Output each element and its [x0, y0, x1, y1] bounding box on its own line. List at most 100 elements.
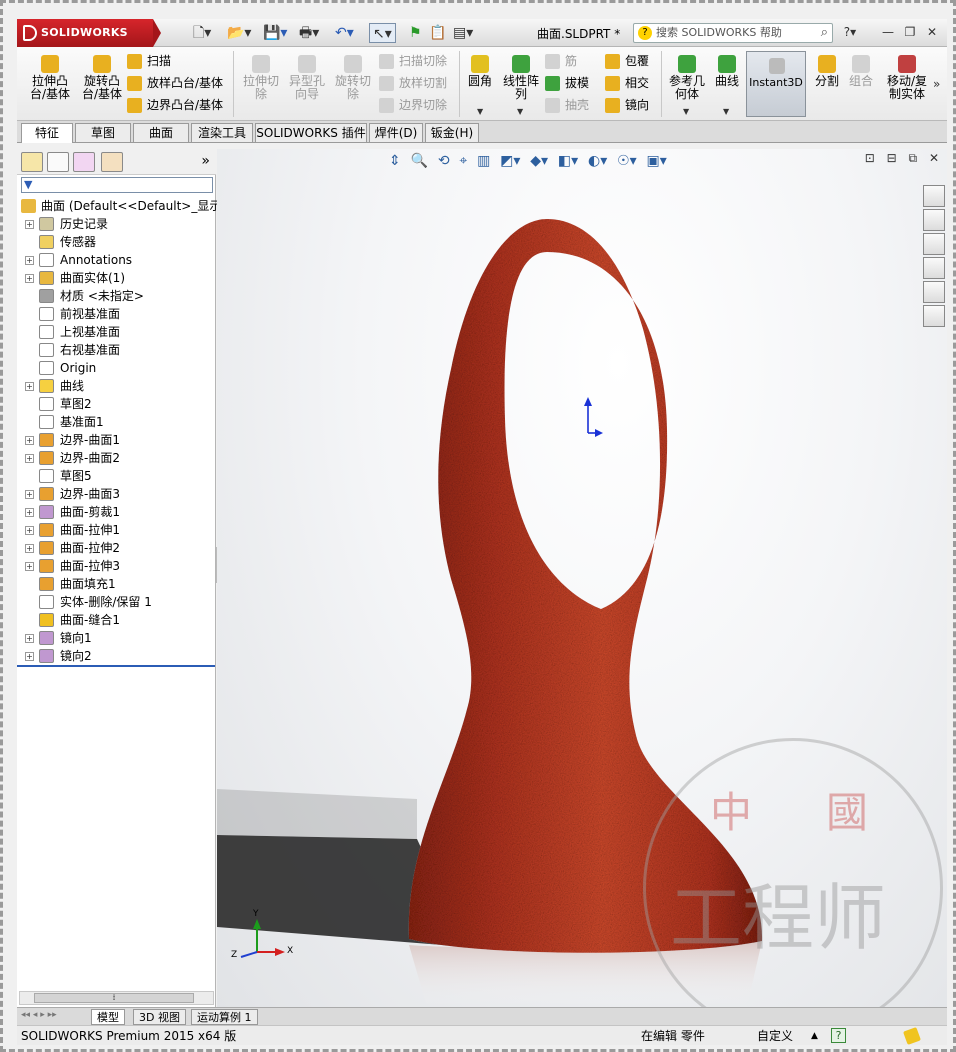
expand-icon[interactable]: + — [25, 220, 34, 229]
expand-icon[interactable]: + — [25, 436, 34, 445]
select-cursor-icon[interactable]: ↖▾ — [369, 23, 396, 43]
options-icon[interactable]: ▤▾ — [453, 23, 473, 43]
expand-icon[interactable]: + — [25, 256, 34, 265]
tree-item[interactable]: + 曲线 — [17, 377, 216, 395]
revolve-cut-button[interactable]: 旋转切 除 — [331, 55, 375, 101]
expand-icon[interactable]: + — [25, 634, 34, 643]
property-manager-tab-icon[interactable] — [47, 152, 69, 172]
tab-sketch[interactable]: 草图 — [75, 123, 131, 142]
tree-item[interactable]: 曲面-缝合1 — [17, 611, 216, 629]
feature-tree-scrollbar[interactable]: ⁞ — [19, 991, 214, 1005]
tree-item[interactable]: + 曲面-拉伸3 — [17, 557, 216, 575]
tab-scroll-arrows-icon[interactable]: ◂◂ ◂ ▸ ▸▸ — [21, 1010, 57, 1020]
tree-item[interactable]: + 曲面实体(1) — [17, 269, 216, 287]
pattern-dropdown-icon[interactable]: ▼ — [517, 107, 523, 116]
tree-item[interactable]: + 曲面-拉伸2 — [17, 539, 216, 557]
tree-item[interactable]: 基准面1 — [17, 413, 216, 431]
tree-item[interactable]: 传感器 — [17, 233, 216, 251]
expand-icon[interactable]: + — [25, 508, 34, 517]
expand-icon[interactable]: + — [25, 544, 34, 553]
tab-render-tools[interactable]: 渲染工具 — [191, 123, 253, 142]
ribbon-more-icon[interactable]: » — [933, 77, 940, 91]
mirror-button[interactable]: 镜向 — [605, 97, 649, 115]
linear-pattern-button[interactable]: 线性阵 列 — [499, 55, 543, 101]
rebuild-icon[interactable]: ⚑ — [409, 23, 422, 43]
fillet-dropdown-icon[interactable]: ▼ — [477, 107, 483, 116]
configuration-manager-tab-icon[interactable] — [73, 152, 95, 172]
tree-item[interactable]: + 边界-曲面3 — [17, 485, 216, 503]
save-icon[interactable]: 💾▾ — [263, 23, 287, 43]
extrude-cut-button[interactable]: 拉伸切 除 — [239, 55, 283, 101]
tree-item[interactable]: + 镜向1 — [17, 629, 216, 647]
tree-item[interactable]: Origin — [17, 359, 216, 377]
help-search-input[interactable]: ? 搜索 SOLIDWORKS 帮助 ⌕ — [633, 23, 833, 43]
minimize-button[interactable]: — — [879, 23, 897, 41]
units-menu-icon[interactable]: ▲ — [811, 1026, 818, 1046]
tree-item[interactable]: 材质 <未指定> — [17, 287, 216, 305]
rollback-bar[interactable] — [17, 665, 215, 667]
draft-button[interactable]: 拔模 — [545, 75, 589, 93]
expand-icon[interactable]: + — [25, 526, 34, 535]
tree-root-part[interactable]: 曲面 (Default<<Default>_显示 — [17, 197, 221, 215]
move-copy-button[interactable]: 移动/复 制实体 — [881, 55, 933, 101]
rebuild-tag-icon[interactable] — [903, 1027, 921, 1045]
loft-boss-button[interactable]: 放样凸台/基体 — [127, 75, 223, 93]
tree-item[interactable]: + 边界-曲面1 — [17, 431, 216, 449]
new-document-icon[interactable]: 🗋▾ — [193, 23, 211, 43]
tree-item[interactable]: 实体-删除/保留 1 — [17, 593, 216, 611]
boundary-cut-button[interactable]: 边界切除 — [379, 97, 447, 115]
loft-cut-button[interactable]: 放样切割 — [379, 75, 447, 93]
combine-button[interactable]: 组合 — [845, 55, 877, 88]
display-manager-tab-icon[interactable] — [101, 152, 123, 172]
expand-icon[interactable]: + — [25, 454, 34, 463]
fillet-button[interactable]: 圆角 — [463, 55, 497, 88]
scrollbar-thumb[interactable]: ⁞ — [34, 993, 194, 1003]
tab-addins[interactable]: SOLIDWORKS 插件 — [255, 123, 367, 142]
tree-item[interactable]: + 边界-曲面2 — [17, 449, 216, 467]
feature-tree-filter[interactable]: ▼ — [21, 177, 213, 193]
instant3d-button[interactable]: Instant3D — [746, 51, 806, 117]
extrude-boss-button[interactable]: 拉伸凸 台/基体 — [25, 55, 75, 101]
tree-item[interactable]: 曲面填充1 — [17, 575, 216, 593]
tab-motion-study[interactable]: 运动算例 1 — [191, 1009, 258, 1025]
tree-item[interactable]: + 历史记录 — [17, 215, 216, 233]
open-folder-icon[interactable]: 📂▾ — [227, 23, 251, 43]
tree-item[interactable]: 草图5 — [17, 467, 216, 485]
expand-panel-icon[interactable]: » — [201, 153, 210, 169]
tab-3d-views[interactable]: 3D 视图 — [133, 1009, 186, 1025]
sweep-cut-button[interactable]: 扫描切除 — [379, 53, 447, 71]
solidworks-logo[interactable]: SOLIDWORKS — [17, 19, 161, 47]
split-button[interactable]: 分割 — [811, 55, 843, 88]
status-units[interactable]: 自定义 — [757, 1026, 793, 1046]
reference-dropdown-icon[interactable]: ▼ — [683, 107, 689, 116]
intersect-button[interactable]: 相交 — [605, 75, 649, 93]
expand-icon[interactable]: + — [25, 382, 34, 391]
tab-surfaces[interactable]: 曲面 — [133, 123, 189, 142]
help-status-icon[interactable]: ? — [831, 1028, 846, 1043]
tree-item[interactable]: + 曲面-剪裁1 — [17, 503, 216, 521]
help-menu-icon[interactable]: ?▾ — [841, 23, 859, 41]
restore-button[interactable]: ❐ — [901, 23, 919, 41]
undo-icon[interactable]: ↶▾ — [335, 23, 354, 43]
reference-geometry-button[interactable]: 参考几 何体 — [665, 55, 709, 101]
hole-wizard-button[interactable]: 异型孔 向导 — [285, 55, 329, 101]
sweep-button[interactable]: 扫描 — [127, 53, 171, 71]
tree-item[interactable]: + 镜向2 — [17, 647, 216, 665]
tab-model[interactable]: 模型 — [91, 1009, 125, 1025]
boundary-boss-button[interactable]: 边界凸台/基体 — [127, 97, 223, 115]
tree-item[interactable]: + Annotations — [17, 251, 216, 269]
feature-tree-tab-icon[interactable] — [21, 152, 43, 172]
tree-item[interactable]: + 曲面-拉伸1 — [17, 521, 216, 539]
shell-button[interactable]: 抽壳 — [545, 97, 589, 115]
tab-features[interactable]: 特征 — [21, 123, 73, 143]
file-properties-icon[interactable]: 📋 — [429, 23, 446, 43]
tree-item[interactable]: 上视基准面 — [17, 323, 216, 341]
tab-sheet-metal[interactable]: 钣金(H) — [425, 123, 479, 142]
print-icon[interactable]: 🖶▾ — [299, 23, 319, 43]
expand-icon[interactable]: + — [25, 562, 34, 571]
curves-dropdown-icon[interactable]: ▼ — [723, 107, 729, 116]
curves-button[interactable]: 曲线 — [711, 55, 743, 88]
tree-item[interactable]: 草图2 — [17, 395, 216, 413]
tab-weldments[interactable]: 焊件(D) — [369, 123, 423, 142]
tree-item[interactable]: 右视基准面 — [17, 341, 216, 359]
